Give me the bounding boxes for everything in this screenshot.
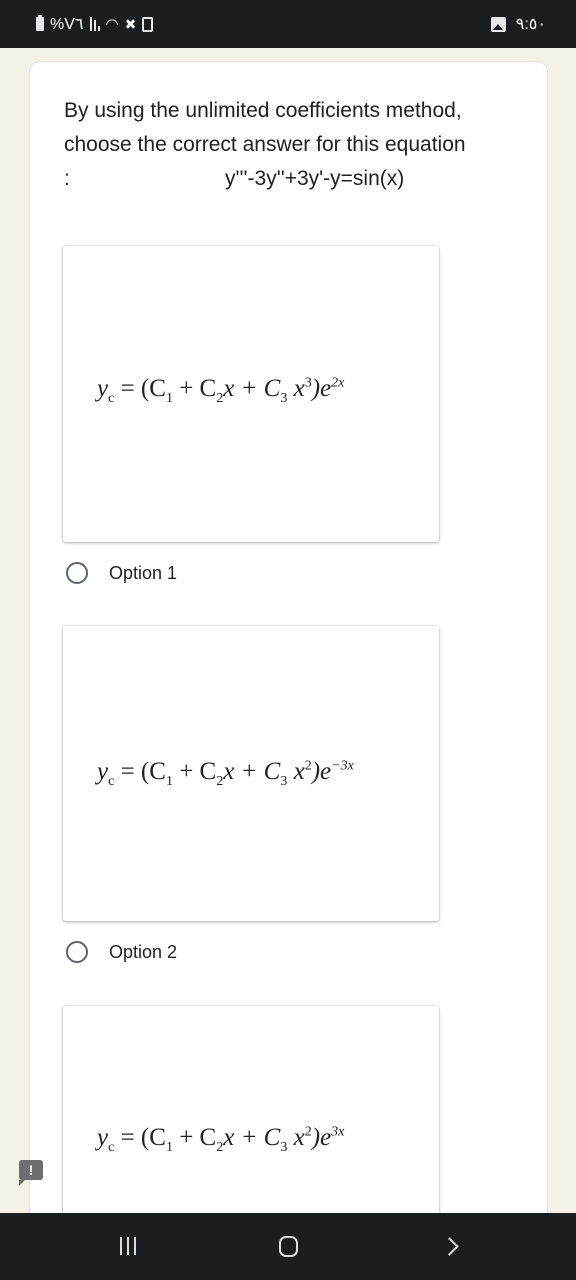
recents-icon-bar	[134, 1237, 136, 1255]
formula-lhs: y	[97, 758, 109, 785]
radio-button-option-1[interactable]	[66, 562, 88, 584]
recents-icon-bar	[120, 1237, 122, 1255]
recents-icon-bar	[127, 1237, 129, 1255]
option-2[interactable]: Option 2	[64, 936, 177, 968]
formula-part: )e	[311, 1124, 332, 1151]
status-bar-left: %V٦ ◠ ✖	[36, 14, 154, 34]
option-1-formula: yc = (C1 + C2x + C3 x3)e2x	[97, 375, 344, 407]
formula-power: 3	[304, 375, 312, 391]
battery-icon	[36, 15, 44, 31]
signal-icon	[89, 17, 100, 31]
clock: ٩:٥٠	[515, 16, 546, 33]
mute-icon: ✖	[124, 15, 137, 32]
back-button[interactable]	[439, 1233, 464, 1259]
formula-part: = (C	[114, 1124, 166, 1151]
question-colon: :	[64, 167, 70, 190]
formula-sub: 1	[165, 774, 173, 789]
equation-row: : y'''-3y''+3y'-y=sin(x)	[64, 162, 534, 196]
home-icon	[278, 1235, 298, 1257]
formula-lhs: y	[97, 375, 109, 402]
image-notification-icon	[490, 16, 506, 32]
formula-part: + C	[172, 758, 217, 785]
formula-lhs: y	[97, 1124, 109, 1151]
home-button[interactable]	[276, 1233, 300, 1259]
formula-exponent: 2x	[331, 375, 345, 391]
recents-button[interactable]	[116, 1233, 140, 1259]
formula-part: )e	[311, 758, 332, 785]
formula-part: x + C	[223, 758, 281, 785]
status-bar-right: ٩:٥٠	[490, 14, 546, 34]
formula-part: x + C	[223, 375, 281, 402]
formula-part: = (C	[114, 758, 166, 785]
formula-part: x	[287, 1124, 305, 1151]
security-icon	[142, 16, 154, 32]
formula-part: = (C	[114, 375, 166, 402]
option-3-formula: yc = (C1 + C2x + C3 x2)e3x	[97, 1124, 344, 1156]
feedback-button[interactable]: !	[19, 1160, 43, 1186]
question-equation: y'''-3y''+3y'-y=sin(x)	[225, 167, 405, 190]
formula-sub: 1	[165, 391, 173, 406]
status-bar: %V٦ ◠ ✖ ٩:٥٠	[0, 0, 576, 48]
option-2-image: yc = (C1 + C2x + C3 x2)e−3x	[63, 626, 439, 921]
option-3-image: yc = (C1 + C2x + C3 x2)e3x	[63, 1006, 439, 1236]
navigation-bar	[0, 1213, 576, 1280]
formula-part: )e	[311, 375, 332, 402]
option-2-formula: yc = (C1 + C2x + C3 x2)e−3x	[97, 758, 354, 790]
radio-button-option-2[interactable]	[66, 941, 88, 963]
option-1[interactable]: Option 1	[64, 557, 177, 589]
formula-exponent: −3x	[331, 758, 354, 774]
formula-part: x + C	[223, 1124, 281, 1151]
formula-part: x	[287, 758, 305, 785]
option-2-label[interactable]: Option 2	[109, 942, 177, 963]
option-1-label[interactable]: Option 1	[109, 563, 177, 584]
formula-sub: 1	[165, 1140, 173, 1155]
formula-part: + C	[172, 1124, 217, 1151]
formula-power: 2	[304, 758, 312, 774]
formula-power: 2	[304, 1124, 312, 1140]
formula-part: x	[287, 375, 305, 402]
chevron-right-icon	[439, 1236, 459, 1256]
formula-part: + C	[172, 375, 217, 402]
exclamation-icon: !	[28, 1162, 34, 1178]
option-1-image: yc = (C1 + C2x + C3 x3)e2x	[63, 246, 439, 542]
question-line-2: choose the correct answer for this equat…	[64, 133, 466, 156]
battery-percentage: %V٦	[50, 16, 84, 33]
formula-exponent: 3x	[331, 1124, 345, 1140]
wifi-icon: ◠	[105, 16, 119, 33]
question-text: By using the unlimited coefficients meth…	[64, 94, 534, 196]
question-line-1: By using the unlimited coefficients meth…	[64, 99, 462, 122]
